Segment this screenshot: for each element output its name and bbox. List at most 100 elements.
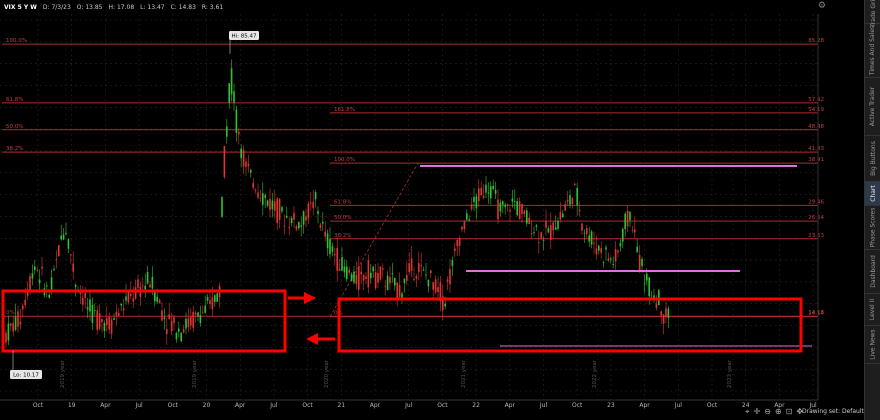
- candle-body: [130, 293, 132, 296]
- time-axis-label: Apr: [235, 402, 246, 409]
- time-axis-label: Oct: [707, 402, 718, 409]
- candle-body: [396, 282, 398, 300]
- candle-body: [173, 317, 175, 324]
- arrow-right-icon: [304, 292, 316, 304]
- candle-body: [403, 278, 406, 284]
- candle-body: [168, 314, 170, 320]
- candle-body: [58, 245, 60, 257]
- candle-body: [502, 201, 504, 205]
- candle-body: [192, 312, 194, 328]
- crosshair-icon[interactable]: ✛: [754, 407, 761, 417]
- candle-body: [480, 188, 482, 196]
- time-axis-label: 21: [337, 402, 345, 409]
- candle-body: [211, 297, 214, 310]
- fib-right-pct-label: 38.2%: [334, 233, 351, 239]
- candle-body: [96, 310, 98, 330]
- candle-body: [36, 269, 38, 271]
- fib-right-pct-label: 100.0%: [334, 157, 355, 163]
- candle-body: [638, 255, 641, 272]
- side-tab-active-trader[interactable]: Active Trader: [865, 78, 880, 136]
- candle-body: [348, 269, 350, 273]
- magnet-icon[interactable]: ⌖: [745, 407, 750, 417]
- time-axis-label: Apr: [370, 402, 381, 409]
- high-bubble-label: Hi: 85.47: [231, 34, 257, 40]
- candle-body: [269, 198, 271, 211]
- candle-body: [468, 219, 470, 221]
- candle-body: [578, 209, 581, 212]
- candle-body: [410, 258, 413, 271]
- candle-body: [595, 248, 598, 255]
- candle-body: [427, 279, 430, 287]
- zoom-in-icon[interactable]: ⊕: [775, 407, 782, 417]
- side-tab-times-and-sales[interactable]: Times And Sales: [865, 24, 880, 78]
- candle-body: [518, 201, 521, 219]
- fibonacci-retracement[interactable]: 100.0% 85.28 61.8% 57.92 50.0% 48.48 38.2% 41.8…: [2, 38, 824, 318]
- drawing-set-label[interactable]: Drawing set: Default: [802, 408, 864, 415]
- side-tab-dashboard[interactable]: Dashboard: [865, 250, 880, 294]
- price-axis[interactable]: 10086.674.9964.9456.2348.742.1736.5231.6…: [817, 14, 830, 400]
- candle-body: [336, 247, 338, 271]
- candle-body: [110, 319, 113, 334]
- candle-body: [60, 235, 62, 240]
- candle-body: [461, 226, 463, 230]
- candle-body: [113, 317, 115, 320]
- candle-body: [118, 313, 120, 316]
- candle-body: [494, 190, 497, 194]
- candle-body: [67, 239, 70, 249]
- open-value: O: 13.85: [76, 3, 103, 11]
- zoom-out-icon[interactable]: ⊖: [764, 407, 771, 417]
- candle-body: [202, 312, 204, 314]
- candle-body: [631, 230, 634, 231]
- settings-gear-icon[interactable]: ⚙: [818, 2, 826, 11]
- side-tab-live-news[interactable]: Live News: [865, 326, 880, 364]
- side-tab-level-ii[interactable]: Level II: [865, 294, 880, 326]
- candle-body: [286, 215, 288, 218]
- time-axis-label: Jul: [134, 402, 143, 409]
- candle-body: [310, 202, 312, 204]
- candle-body: [305, 216, 307, 221]
- candle-body: [17, 311, 19, 327]
- candle-body: [199, 315, 202, 324]
- candle-body: [466, 213, 468, 220]
- candle-body: [523, 211, 526, 215]
- candle-body: [295, 226, 298, 230]
- candle-body: [564, 204, 566, 211]
- range-value: R: 3.61: [201, 3, 224, 11]
- candle-body: [605, 247, 607, 250]
- candle-body: [182, 329, 185, 333]
- candle-body: [401, 293, 403, 299]
- candle-body: [482, 195, 485, 198]
- candle-body: [665, 308, 667, 318]
- candle-body: [617, 250, 619, 253]
- candle-body: [598, 245, 600, 251]
- candle-body: [511, 198, 514, 202]
- candle-body: [94, 310, 96, 311]
- fib-left-pct-label: 38.2%: [6, 146, 23, 152]
- candle-body: [326, 233, 329, 249]
- candle-body: [391, 273, 394, 275]
- zoom-box-icon[interactable]: ⊡: [786, 407, 793, 417]
- candle-body: [590, 231, 593, 245]
- candle-body: [432, 282, 434, 290]
- side-tab-big-buttons[interactable]: Big Buttons: [865, 136, 880, 182]
- side-tab-phase-scores[interactable]: Phase Scores: [865, 206, 880, 250]
- symbol-label[interactable]: VIX 5 Y W: [4, 4, 37, 11]
- side-tab-label: Dashboard: [869, 255, 877, 288]
- candle-body: [458, 238, 461, 247]
- candle-body: [31, 273, 34, 279]
- candle-body: [574, 183, 576, 186]
- candle-body: [526, 210, 528, 224]
- year-marker-label: 2019 year: [192, 359, 198, 388]
- candle-body: [346, 266, 348, 280]
- candle-body: [358, 265, 360, 290]
- time-axis-label: 20: [203, 402, 211, 409]
- fib-right-price-label: 54.19: [808, 107, 824, 113]
- candle-body: [662, 314, 665, 324]
- time-axis-label: Apr: [505, 402, 516, 409]
- candle-body: [142, 285, 144, 287]
- candle-body: [509, 210, 511, 212]
- side-tab-chart[interactable]: Chart: [865, 182, 880, 206]
- side-tab-trade-grid[interactable]: Trade Grid: [865, 0, 880, 27]
- candle-body: [334, 254, 336, 256]
- price-chart[interactable]: 100.0% 85.28 61.8% 57.92 50.0% 48.48 38.2% 41.8…: [0, 0, 830, 420]
